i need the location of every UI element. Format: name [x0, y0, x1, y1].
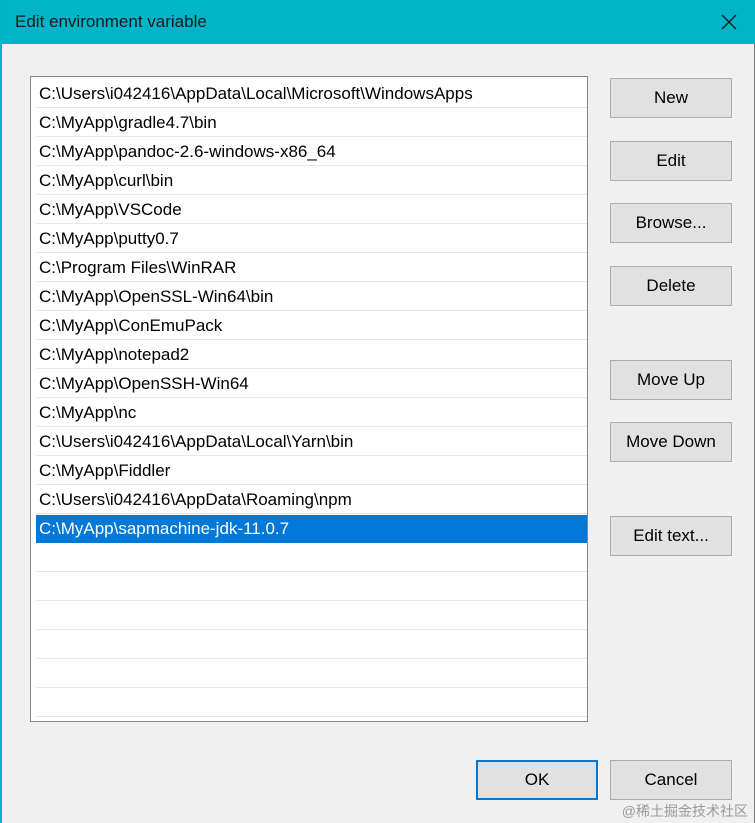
list-item[interactable]: C:\MyApp\notepad2 [36, 341, 587, 369]
empty-list-row[interactable] [36, 544, 587, 572]
list-item[interactable]: C:\MyApp\nc [36, 399, 587, 427]
list-item[interactable]: C:\Program Files\WinRAR [36, 254, 587, 282]
ok-button[interactable]: OK [476, 760, 598, 800]
list-item[interactable]: C:\Users\i042416\AppData\Local\Microsoft… [36, 80, 587, 108]
empty-list-row[interactable] [36, 660, 587, 688]
close-button[interactable] [709, 4, 749, 40]
watermark: @稀土掘金技术社区 [621, 803, 748, 819]
list-item[interactable]: C:\MyApp\gradle4.7\bin [36, 109, 587, 137]
empty-list-row[interactable] [36, 573, 587, 601]
title-bar: Edit environment variable [2, 0, 755, 44]
list-item[interactable]: C:\MyApp\putty0.7 [36, 225, 587, 253]
list-item-selected[interactable]: C:\MyApp\sapmachine-jdk-11.0.7 [36, 515, 587, 543]
list-item[interactable]: C:\MyApp\VSCode [36, 196, 587, 224]
move-down-button[interactable]: Move Down [610, 422, 732, 462]
empty-list-row[interactable] [36, 689, 587, 717]
close-icon [721, 14, 737, 30]
browse-button[interactable]: Browse... [610, 203, 732, 243]
list-item[interactable]: C:\MyApp\Fiddler [36, 457, 587, 485]
empty-list-row[interactable] [36, 631, 587, 659]
path-list[interactable]: C:\Users\i042416\AppData\Local\Microsoft… [30, 76, 588, 722]
list-item[interactable]: C:\MyApp\OpenSSL-Win64\bin [36, 283, 587, 311]
edit-environment-variable-dialog: Edit environment variable C:\Users\i0424… [0, 0, 755, 823]
window-title: Edit environment variable [15, 12, 207, 31]
list-item[interactable]: C:\MyApp\pandoc-2.6-windows-x86_64 [36, 138, 587, 166]
edit-button[interactable]: Edit [610, 141, 732, 181]
cancel-button[interactable]: Cancel [610, 760, 732, 800]
list-item[interactable]: C:\Users\i042416\AppData\Roaming\npm [36, 486, 587, 514]
list-item[interactable]: C:\MyApp\ConEmuPack [36, 312, 587, 340]
list-item[interactable]: C:\MyApp\OpenSSH-Win64 [36, 370, 587, 398]
move-up-button[interactable]: Move Up [610, 360, 732, 400]
list-item[interactable]: C:\MyApp\curl\bin [36, 167, 587, 195]
new-button[interactable]: New [610, 78, 732, 118]
delete-button[interactable]: Delete [610, 266, 732, 306]
list-item[interactable]: C:\Users\i042416\AppData\Local\Yarn\bin [36, 428, 587, 456]
empty-list-row[interactable] [36, 602, 587, 630]
edit-text-button[interactable]: Edit text... [610, 516, 732, 556]
